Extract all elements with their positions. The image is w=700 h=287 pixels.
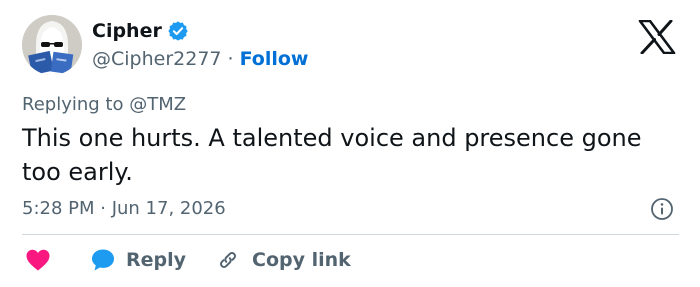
heart-icon [26, 249, 50, 271]
avatar[interactable] [22, 15, 82, 75]
tweet-card: Cipher @Cipher2277 · Follow Replying to … [0, 0, 700, 287]
replying-prefix: Replying to [22, 94, 124, 115]
verified-badge-icon [167, 20, 189, 42]
tweet-timestamp[interactable]: 5:28 PM · Jun 17, 2026 [22, 196, 226, 222]
copy-link-label: Copy link [252, 249, 351, 271]
x-logo-icon[interactable] [638, 20, 676, 54]
reply-button[interactable]: Reply [90, 247, 186, 273]
like-button[interactable] [24, 246, 52, 274]
name-row: Cipher [92, 17, 189, 45]
info-icon[interactable] [650, 197, 674, 221]
user-handle[interactable]: @Cipher2277 [92, 48, 222, 70]
divider [22, 234, 679, 235]
reply-bubble-icon [92, 249, 114, 271]
replying-to: Replying to @TMZ [22, 92, 186, 118]
follow-button[interactable]: Follow [240, 48, 309, 70]
handle-row: @Cipher2277 · Follow [92, 46, 308, 72]
copy-link-button[interactable]: Copy link [216, 248, 351, 272]
link-icon [220, 252, 237, 268]
display-name[interactable]: Cipher [92, 17, 162, 45]
replying-mention-link[interactable]: @TMZ [129, 94, 186, 115]
reply-label: Reply [126, 249, 187, 271]
action-bar: Reply Copy link [22, 243, 351, 277]
separator-dot: · [227, 48, 234, 70]
tweet-text: This one hurts. A talented voice and pre… [22, 124, 642, 186]
avatar-image [22, 15, 82, 75]
